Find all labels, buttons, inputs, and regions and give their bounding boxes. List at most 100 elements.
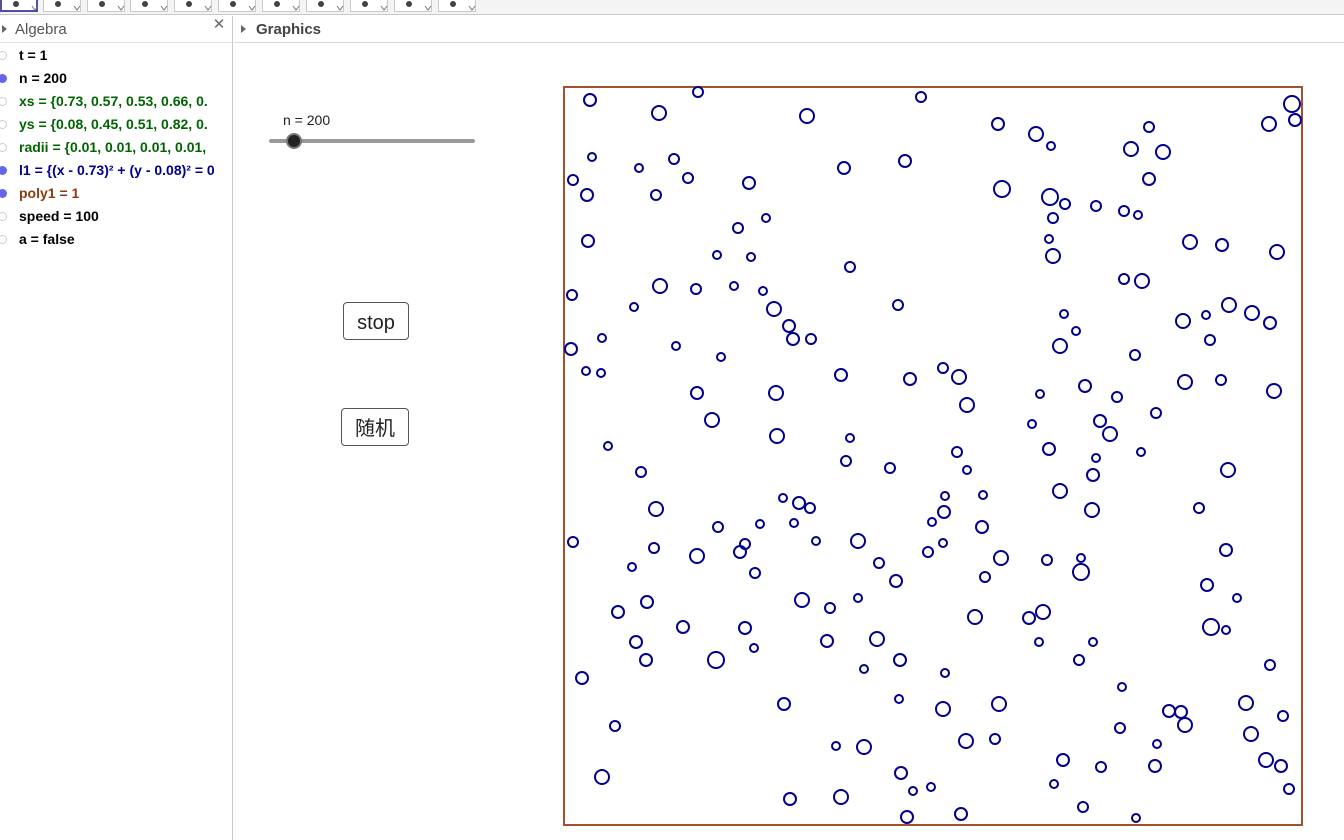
circle: [1219, 543, 1233, 557]
circle: [1123, 141, 1139, 157]
circle: [1093, 414, 1107, 428]
circle: [1221, 297, 1237, 313]
circle: [1277, 710, 1289, 722]
circle: [746, 252, 756, 262]
circle: [991, 696, 1007, 712]
circle: [1215, 374, 1227, 386]
circle: [1193, 502, 1205, 514]
circle: [1134, 273, 1150, 289]
circle: [729, 281, 739, 291]
circle: [799, 108, 815, 124]
circle: [635, 466, 647, 478]
circle: [629, 635, 643, 649]
circle: [805, 333, 817, 345]
circle: [1077, 801, 1089, 813]
circle: [768, 385, 784, 401]
circle: [682, 172, 694, 184]
circle: [1204, 334, 1216, 346]
circle: [733, 545, 747, 559]
circle: [738, 621, 752, 635]
circle: [820, 634, 834, 648]
circle: [935, 701, 951, 717]
circle: [991, 117, 1005, 131]
circle: [704, 412, 720, 428]
circle: [1221, 625, 1231, 635]
circle: [1177, 717, 1193, 733]
circle: [749, 643, 759, 653]
circle: [1035, 389, 1045, 399]
circle: [958, 733, 974, 749]
circle: [648, 501, 664, 517]
circle: [1174, 705, 1188, 719]
circle: [1261, 116, 1277, 132]
circle: [962, 465, 972, 475]
circle: [639, 653, 653, 667]
circle: [786, 332, 800, 346]
circle: [975, 520, 989, 534]
circle: [1244, 305, 1260, 321]
circle: [892, 299, 904, 311]
circle: [580, 188, 594, 202]
circle: [692, 86, 704, 98]
circle: [1088, 637, 1098, 647]
circle: [1041, 188, 1059, 206]
poly1-square: [563, 86, 1303, 826]
circle: [594, 769, 610, 785]
circle: [1264, 659, 1276, 671]
circle: [749, 567, 761, 579]
circle: [959, 397, 975, 413]
circle: [926, 782, 936, 792]
circle: [596, 368, 606, 378]
circle: [777, 697, 791, 711]
circle: [1059, 309, 1069, 319]
circle: [766, 301, 782, 317]
circle: [940, 668, 950, 678]
circle: [1283, 95, 1301, 113]
circle: [1028, 126, 1044, 142]
circle: [894, 766, 908, 780]
circle: [564, 342, 578, 356]
circle: [707, 651, 725, 669]
circle: [889, 574, 903, 588]
circle: [833, 789, 849, 805]
circle: [761, 213, 771, 223]
circle: [587, 152, 597, 162]
circle: [651, 105, 667, 121]
circle: [1041, 554, 1053, 566]
circle: [869, 631, 885, 647]
circle: [1049, 779, 1059, 789]
circle: [850, 533, 866, 549]
circle: [1162, 704, 1176, 718]
circle: [742, 176, 756, 190]
circle: [1263, 316, 1277, 330]
circle: [1155, 144, 1171, 160]
circle: [1044, 234, 1054, 244]
circle: [609, 720, 621, 732]
circle: [792, 496, 806, 510]
circle: [581, 366, 591, 376]
circle: [650, 189, 662, 201]
circle: [1269, 244, 1285, 260]
circle: [1274, 759, 1288, 773]
circle: [567, 174, 579, 186]
circle: [1073, 654, 1085, 666]
circle: [583, 93, 597, 107]
circle: [1022, 611, 1036, 625]
circle: [894, 694, 904, 704]
circle: [884, 462, 896, 474]
circle: [1090, 200, 1102, 212]
circle: [1042, 442, 1056, 456]
circle: [1034, 637, 1044, 647]
circle: [993, 550, 1009, 566]
circle: [903, 372, 917, 386]
circle: [783, 792, 797, 806]
circle: [611, 605, 625, 619]
circle: [1288, 113, 1302, 127]
circle: [937, 362, 949, 374]
circle: [1243, 726, 1259, 742]
circle: [1152, 739, 1162, 749]
circle: [789, 518, 799, 528]
circle: [634, 163, 644, 173]
circle: [1059, 198, 1071, 210]
circle: [758, 286, 768, 296]
